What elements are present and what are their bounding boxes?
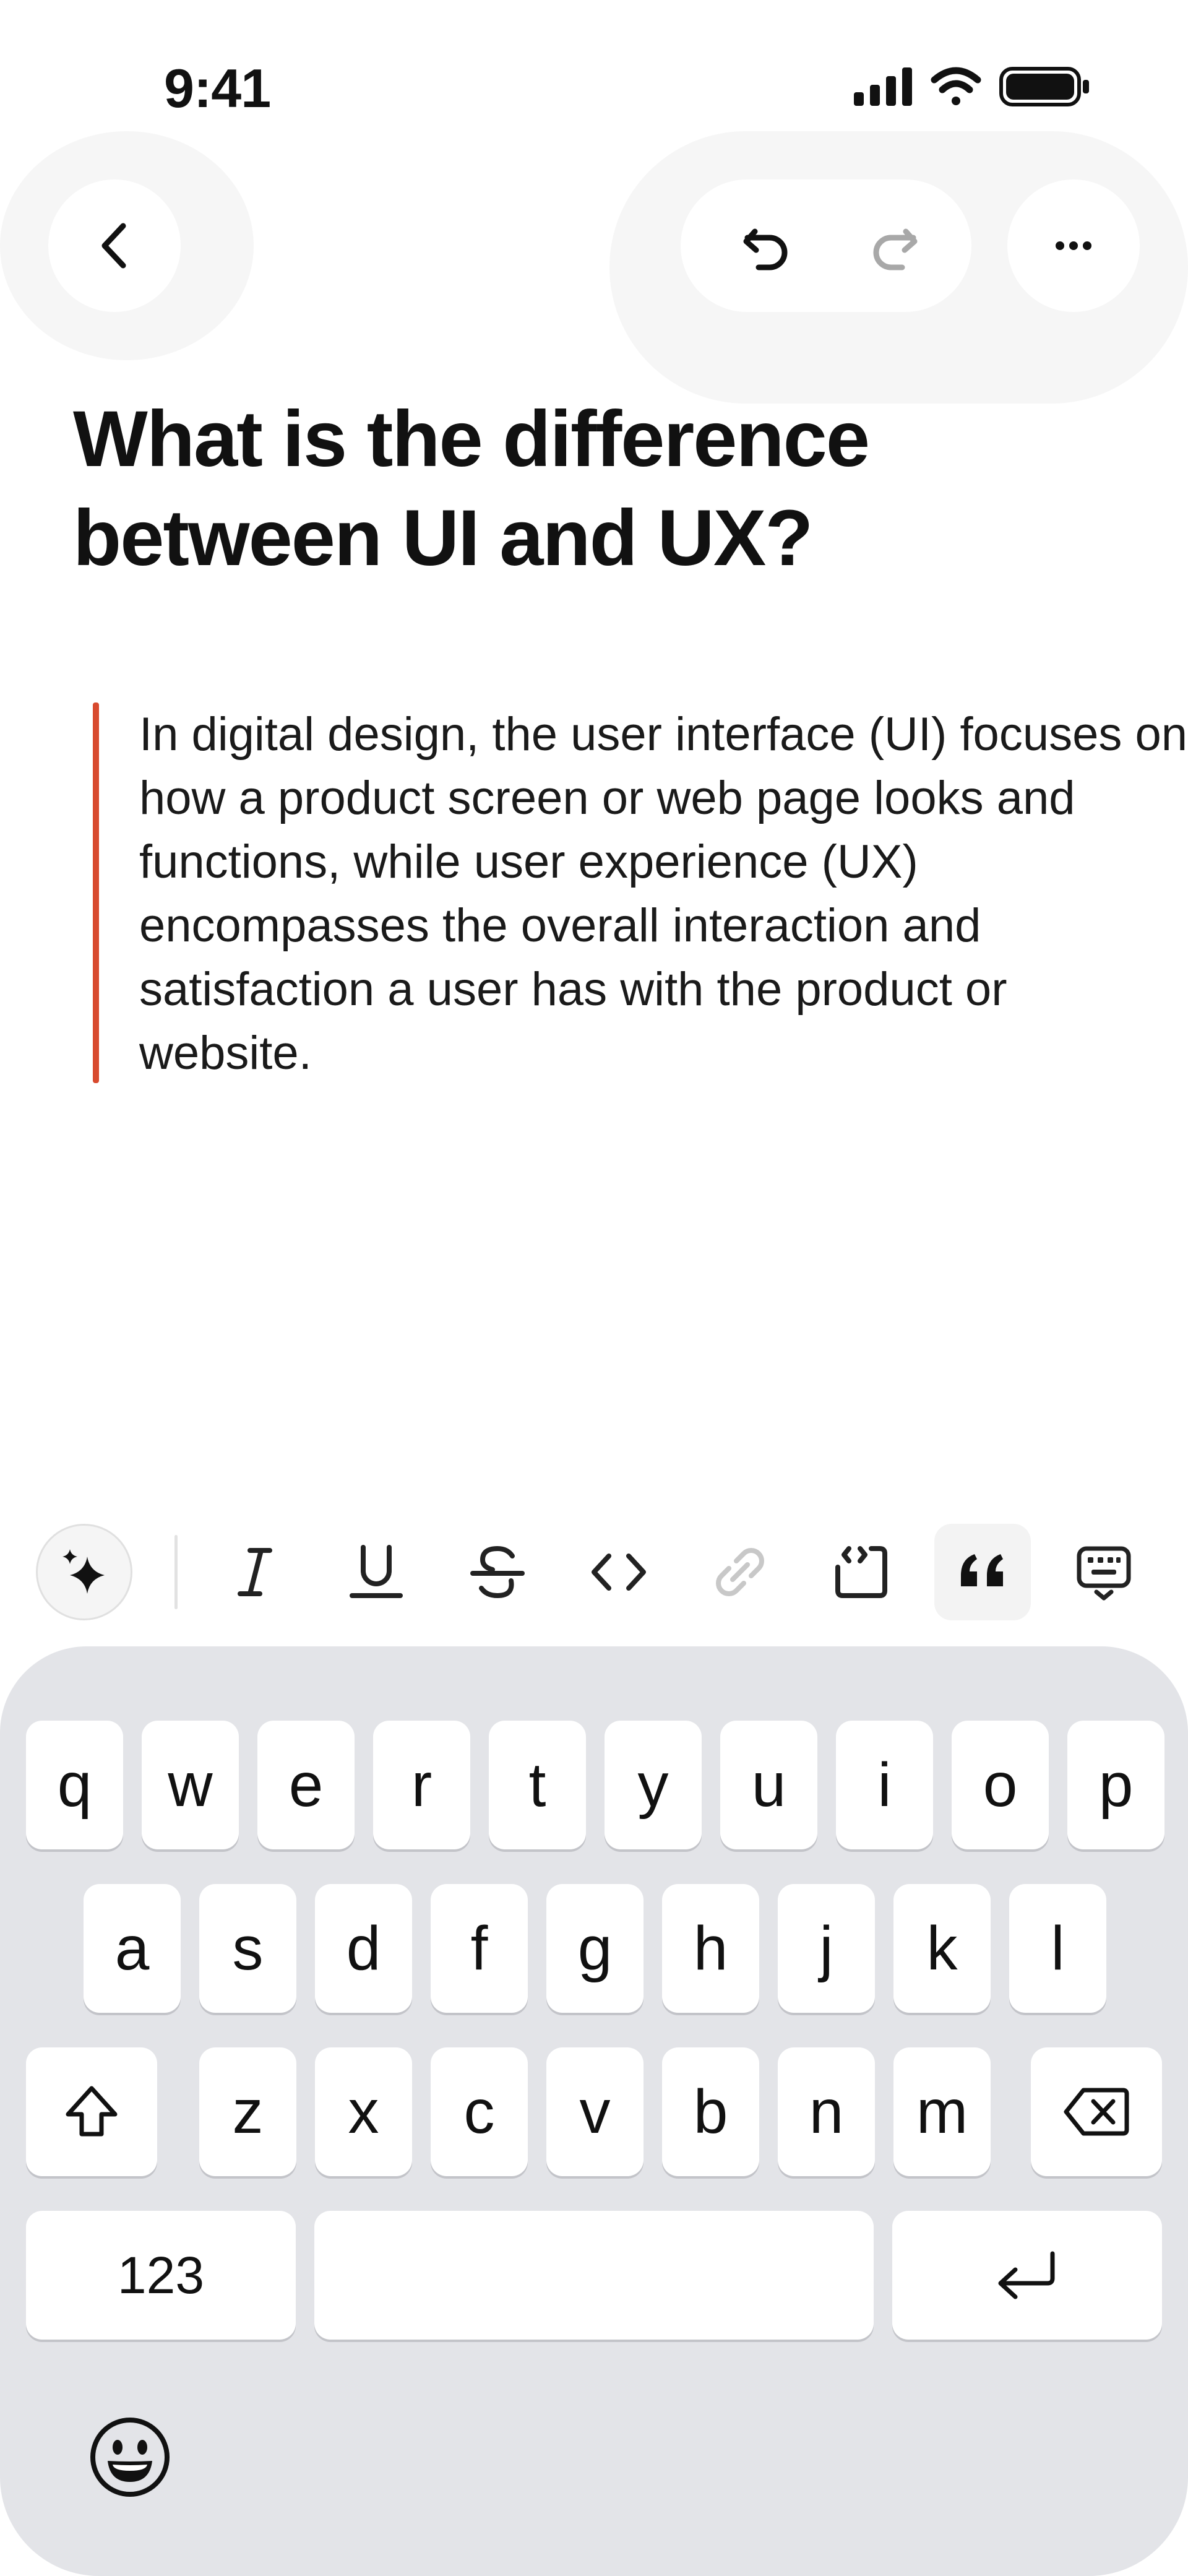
status-icons xyxy=(854,67,1089,106)
emoji-icon xyxy=(90,2418,170,2497)
ai-assist-button[interactable] xyxy=(36,1524,132,1620)
key-o[interactable]: o xyxy=(952,1721,1049,1849)
keyboard-dismiss-icon xyxy=(1077,1546,1131,1601)
key-a[interactable]: a xyxy=(84,1884,181,2013)
key-z[interactable]: z xyxy=(199,2047,296,2176)
chevron-left-icon xyxy=(101,223,126,269)
underline-icon xyxy=(350,1545,403,1598)
key-q[interactable]: q xyxy=(26,1721,123,1849)
key-s[interactable]: s xyxy=(199,1884,296,2013)
key-k[interactable]: k xyxy=(893,1884,991,2013)
redo-button[interactable] xyxy=(829,179,962,312)
wifi-icon xyxy=(931,67,981,105)
space-key[interactable] xyxy=(314,2211,874,2340)
undo-redo-group xyxy=(681,179,971,312)
key-e[interactable]: e xyxy=(257,1721,355,1849)
back-button[interactable] xyxy=(48,179,181,312)
quote-button[interactable] xyxy=(934,1524,1031,1620)
strikethrough-button[interactable] xyxy=(449,1524,546,1620)
link-icon xyxy=(716,1548,764,1596)
quote-icon xyxy=(961,1554,1003,1586)
undo-icon xyxy=(743,228,788,270)
delete-backspace-icon xyxy=(1064,2088,1129,2136)
ellipsis-icon xyxy=(1056,241,1091,250)
key-w[interactable]: w xyxy=(142,1721,239,1849)
key-g[interactable]: g xyxy=(546,1884,644,2013)
ai-sparkle-icon xyxy=(62,1549,105,1594)
key-n[interactable]: n xyxy=(778,2047,875,2176)
format-toolbar xyxy=(0,1510,1188,1634)
key-f[interactable]: f xyxy=(431,1884,528,2013)
shift-icon xyxy=(66,2086,118,2137)
note-title[interactable]: What is the difference between UI and UX… xyxy=(73,390,1125,588)
link-button[interactable] xyxy=(692,1524,788,1620)
key-x[interactable]: x xyxy=(315,2047,412,2176)
blockquote[interactable]: In digital design, the user interface (U… xyxy=(93,702,1187,1083)
italic-button[interactable] xyxy=(207,1524,303,1620)
italic-icon xyxy=(238,1548,272,1596)
key-b[interactable]: b xyxy=(662,2047,759,2176)
undo-button[interactable] xyxy=(699,179,832,312)
status-time: 9:41 xyxy=(164,58,271,119)
battery-icon xyxy=(999,67,1089,106)
strikethrough-icon xyxy=(470,1545,525,1599)
quote-text[interactable]: In digital design, the user interface (U… xyxy=(139,702,1188,1085)
key-r[interactable]: r xyxy=(373,1721,470,1849)
underline-button[interactable] xyxy=(328,1524,424,1620)
key-j[interactable]: j xyxy=(778,1884,875,2013)
redo-icon xyxy=(873,228,918,270)
code-block-button[interactable] xyxy=(813,1524,910,1620)
code-block-icon xyxy=(835,1546,887,1598)
more-options-button[interactable] xyxy=(1007,179,1140,312)
quote-accent-bar xyxy=(93,702,99,1083)
delete-key[interactable] xyxy=(1031,2047,1162,2176)
return-key[interactable] xyxy=(892,2211,1162,2340)
key-d[interactable]: d xyxy=(315,1884,412,2013)
key-v[interactable]: v xyxy=(546,2047,644,2176)
key-t[interactable]: t xyxy=(489,1721,586,1849)
code-icon xyxy=(592,1554,646,1591)
key-u[interactable]: u xyxy=(720,1721,817,1849)
shift-key[interactable] xyxy=(26,2047,157,2176)
numbers-key[interactable]: 123 xyxy=(26,2211,296,2340)
key-p[interactable]: p xyxy=(1067,1721,1164,1849)
toolbar-divider xyxy=(174,1535,178,1609)
key-i[interactable]: i xyxy=(836,1721,933,1849)
return-icon xyxy=(998,2251,1055,2299)
key-y[interactable]: y xyxy=(605,1721,702,1849)
key-m[interactable]: m xyxy=(893,2047,991,2176)
key-l[interactable]: l xyxy=(1009,1884,1106,2013)
code-button[interactable] xyxy=(570,1524,667,1620)
emoji-key[interactable] xyxy=(80,2408,179,2507)
key-c[interactable]: c xyxy=(431,2047,528,2176)
keyboard: q w e r t y u i o p a s d f g h j k l z … xyxy=(0,1646,1188,2576)
cellular-signal-icon xyxy=(854,67,912,106)
keyboard-dismiss-button[interactable] xyxy=(1056,1524,1152,1620)
key-h[interactable]: h xyxy=(662,1884,759,2013)
